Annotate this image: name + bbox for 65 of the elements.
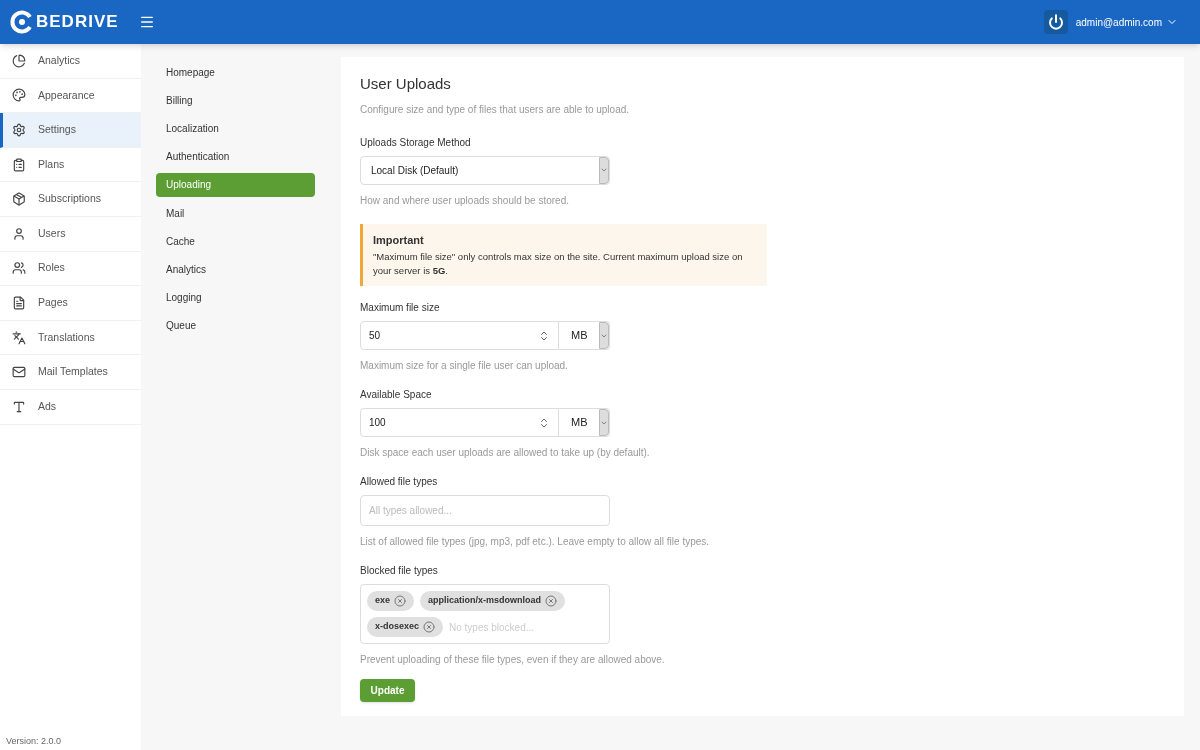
translate-icon [12,330,26,345]
sidebar-item[interactable]: Roles [0,251,141,287]
notice-text: "Maximum file size" only controls max size on the site. Current maximum upload size on your server is 5G. [373,250,744,278]
field-hint: How and where user uploads should be stored. [360,193,571,208]
sidebar-item[interactable]: Users [0,216,141,252]
sidebar-item[interactable]: Pages [0,286,141,321]
remove-icon[interactable] [423,621,436,633]
file-type-chip[interactable]: application/x-msdownload [420,591,566,611]
document-icon [12,295,26,310]
settings-nav-item[interactable]: Mail [156,200,315,226]
settings-nav-item[interactable]: Logging [156,285,315,310]
field-hint: Prevent uploading of these file types, even if they are allowed above. [360,653,666,667]
stepper-icon[interactable] [538,329,550,342]
version-text: Version: 2.0.0 [5,734,63,748]
field-hint: Maximum size for a single file user can upload. [360,359,569,373]
palette-icon [12,88,26,103]
unit-select[interactable]: MB [559,408,610,437]
pie-chart-icon [12,53,26,68]
menu-icon[interactable] [138,14,155,30]
sidebar-item[interactable]: Translations [0,320,141,356]
sidebar-item[interactable]: Subscriptions [0,182,141,217]
field-label: Maximum file size [360,301,441,315]
file-type-chip[interactable]: x-dosexec [367,617,444,637]
sidebar-item[interactable]: Mail Templates [0,355,141,390]
field-label: Allowed file types [360,475,439,489]
clipboard-icon [12,157,26,172]
allowed-types-field[interactable]: All types allowed... [360,495,610,526]
user-email[interactable]: admin@admin.com [1075,14,1162,30]
settings-icon [12,123,26,137]
settings-nav-item[interactable]: Analytics [156,257,315,282]
logo-icon [10,10,34,34]
settings-nav-item[interactable]: Queue [156,313,315,338]
field-hint: List of allowed file types (jpg, mp3, pdf etc.). Leave empty to allow all file types. [360,535,711,549]
settings-nav-item[interactable]: Localization [156,116,315,141]
avatar-icon[interactable] [1043,10,1068,34]
field-hint: Disk space each user uploads are allowed to take up (by default). [360,446,651,460]
mail-icon [12,365,26,380]
panel-subtitle: Configure size and type of files that users are able to upload. [360,102,631,117]
person-icon [12,226,26,241]
remove-icon[interactable] [545,595,558,607]
sidebar-item[interactable]: Settings [0,113,141,148]
number-field[interactable]: 50 [360,321,559,350]
sidebar-item[interactable]: Plans [0,147,141,183]
sidebar-item[interactable]: Analytics [0,44,141,79]
field-label: Available Space [360,388,433,402]
settings-nav-item[interactable]: Homepage [156,60,315,85]
letter-icon [12,399,26,414]
settings-nav-item[interactable]: Billing [156,88,315,113]
file-type-chip[interactable]: exe [367,591,415,611]
notice-title: Important [373,232,425,248]
logo-text: BEDRIVE [36,11,119,34]
people-icon [12,261,26,276]
chevron-down-icon [600,166,608,174]
panel-title: User Uploads [360,74,452,94]
stepper-icon[interactable] [538,416,550,429]
unit-select[interactable]: MB [559,321,610,350]
number-field[interactable]: 100 [360,408,559,437]
field-label: Uploads Storage Method [360,135,472,150]
sidebar-item[interactable]: Ads [0,389,141,425]
storage-select[interactable]: Local Disk (Default) [360,155,610,185]
settings-nav-item[interactable]: Cache [156,229,315,254]
package-icon [12,192,26,207]
settings-nav-item[interactable]: Authentication [156,144,315,169]
remove-icon[interactable] [394,595,407,607]
field-label: Blocked file types [360,564,439,578]
